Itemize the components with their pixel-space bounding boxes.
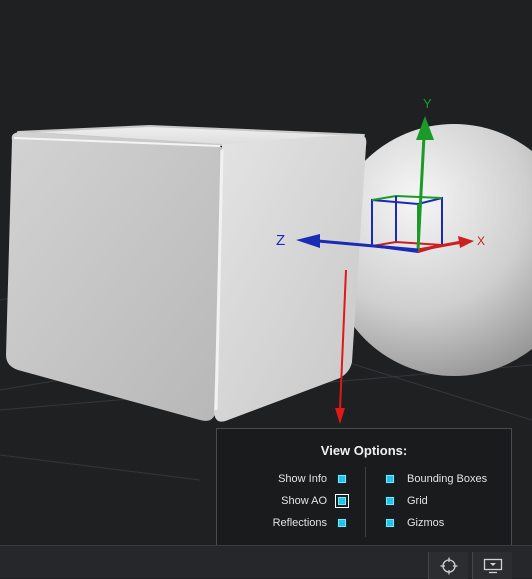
grid-checkbox[interactable]	[385, 496, 395, 506]
option-grid[interactable]: Grid	[385, 493, 428, 509]
option-label: Show Info	[278, 473, 327, 485]
display-button[interactable]	[472, 552, 512, 579]
cube-object[interactable]	[6, 125, 367, 422]
crosshair-button[interactable]	[428, 552, 468, 579]
show-ao-checkbox[interactable]	[335, 494, 349, 508]
status-bar	[0, 545, 532, 579]
option-label: Gizmos	[407, 517, 445, 529]
monitor-icon	[483, 558, 502, 573]
reflections-checkbox[interactable]	[337, 518, 347, 528]
option-label: Grid	[407, 495, 428, 507]
z-axis-label: Z	[276, 232, 285, 249]
option-label: Show AO	[281, 495, 327, 507]
crosshair-icon	[440, 557, 457, 574]
show-info-checkbox[interactable]	[337, 474, 347, 484]
option-label: Bounding Boxes	[407, 473, 488, 485]
bounding-boxes-checkbox[interactable]	[385, 474, 395, 484]
option-show-ao[interactable]: Show AO	[281, 493, 349, 509]
option-gizmos[interactable]: Gizmos	[385, 515, 444, 531]
option-label: Reflections	[272, 517, 327, 529]
gizmos-checkbox[interactable]	[385, 518, 395, 528]
view-options-panel: View Options: Show Info Show AO Reflecti…	[216, 428, 512, 548]
option-bounding-boxes[interactable]: Bounding Boxes	[385, 471, 487, 487]
option-reflections[interactable]: Reflections	[273, 515, 347, 531]
y-axis-label: Y	[423, 96, 432, 111]
x-axis-label: X	[477, 234, 485, 248]
option-show-info[interactable]: Show Info	[278, 471, 347, 487]
divider	[365, 467, 366, 537]
view-options-title: View Options:	[320, 443, 408, 458]
